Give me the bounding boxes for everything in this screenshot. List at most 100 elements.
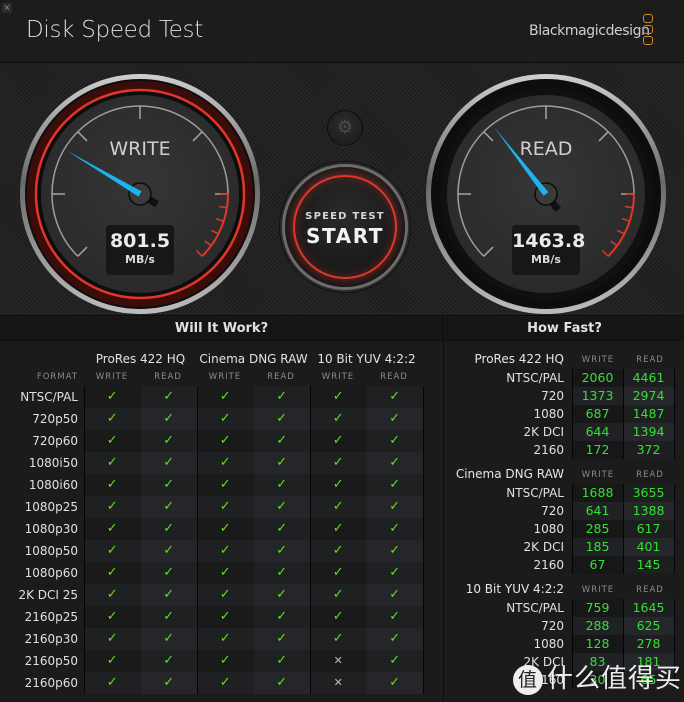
how-fast-read-value: 1388 (623, 502, 674, 520)
watermark-badge-icon: 值 (513, 664, 543, 695)
how-fast-write-value: 185 (572, 538, 623, 556)
how-fast-row: 2K DCI 644 1394 (445, 423, 684, 441)
check-icon: ✓ (253, 496, 310, 518)
format-label: 1080p50 (24, 544, 78, 558)
check-icon: ✓ (140, 430, 197, 452)
how-fast-codec-title: Cinema DNG RAW (455, 467, 564, 481)
format-row: 1080i60 ✓ ✓ ✓ ✓ ✓ ✓ (29, 474, 423, 496)
format-row: 1080p25 ✓ ✓ ✓ ✓ ✓ ✓ (25, 496, 423, 518)
gauge-area: WRITE 801.5 MB/s READ 1463.8 MB/s ⚙ SPEE… (0, 62, 684, 316)
check-icon: ✓ (253, 386, 310, 408)
check-icon: ✓ (310, 496, 367, 518)
check-icon: ✓ (366, 628, 423, 650)
how-fast-read-value: 278 (623, 635, 674, 653)
app-title: Disk Speed Test (26, 17, 203, 43)
how-fast-read-value: 145 (623, 556, 674, 574)
check-icon: ✓ (253, 474, 310, 496)
how-fast-write-value: 172 (572, 441, 623, 459)
check-icon: ✓ (253, 430, 310, 452)
cross-icon: ✕ (310, 672, 367, 694)
how-fast-row: 2160 172 372 (445, 441, 684, 459)
check-icon: ✓ (310, 430, 367, 452)
cross-icon: ✕ (310, 650, 367, 672)
how-fast-write-value: 644 (572, 423, 623, 441)
check-icon: ✓ (253, 540, 310, 562)
title-bar: × Disk Speed Test Blackmagicdesign (0, 0, 684, 62)
check-icon: ✓ (140, 518, 197, 540)
write-speed-value: 801.5 (109, 230, 171, 252)
check-icon: ✓ (197, 628, 254, 650)
how-fast-read-header: READ (636, 355, 664, 365)
how-fast-write-value: 687 (572, 405, 623, 423)
check-icon: ✓ (366, 584, 423, 606)
check-icon: ✓ (140, 474, 197, 496)
read-gauge (426, 74, 666, 314)
check-icon: ✓ (140, 540, 197, 562)
format-label: NTSC/PAL (20, 390, 78, 404)
how-fast-write-value: 285 (572, 520, 623, 538)
check-icon: ✓ (310, 452, 367, 474)
read-speed-value: 1463.8 (512, 230, 586, 252)
format-row: 2K DCI 25 ✓ ✓ ✓ ✓ ✓ ✓ (18, 584, 423, 606)
check-icon: ✓ (253, 518, 310, 540)
how-fast-read-value: 401 (623, 538, 674, 556)
sub-header-write: WRITE (321, 372, 355, 382)
close-icon[interactable]: × (2, 3, 12, 13)
how-fast-format-label: 1080 (533, 637, 564, 651)
check-icon: ✓ (253, 408, 310, 430)
how-fast-format-label: 1080 (533, 522, 564, 536)
how-fast-codec-title: 10 Bit YUV 4:2:2 (465, 582, 564, 596)
how-fast-format-label: 2K DCI (523, 425, 564, 439)
check-icon: ✓ (310, 408, 367, 430)
check-icon: ✓ (366, 518, 423, 540)
check-icon: ✓ (253, 672, 310, 694)
check-icon: ✓ (197, 496, 254, 518)
write-gauge-label: WRITE (109, 138, 171, 160)
sub-header-read: READ (380, 372, 408, 382)
start-button-caption: SPEED TEST (305, 211, 385, 222)
check-icon: ✓ (310, 518, 367, 540)
watermark: 值什么值得买 (513, 658, 682, 695)
check-icon: ✓ (84, 430, 141, 452)
check-icon: ✓ (84, 496, 141, 518)
column-divider (84, 386, 85, 694)
check-icon: ✓ (84, 474, 141, 496)
how-fast-read-value: 1394 (623, 423, 674, 441)
check-icon: ✓ (366, 474, 423, 496)
check-icon: ✓ (140, 606, 197, 628)
check-icon: ✓ (253, 562, 310, 584)
check-icon: ✓ (140, 452, 197, 474)
check-icon: ✓ (253, 606, 310, 628)
format-row: 1080p30 ✓ ✓ ✓ ✓ ✓ ✓ (25, 518, 423, 540)
settings-button[interactable]: ⚙ (328, 111, 362, 145)
check-icon: ✓ (84, 606, 141, 628)
codec-header-prores: ProRes 422 HQ (95, 352, 186, 366)
read-readout: 1463.8 MB/s (512, 225, 586, 275)
speed-test-start-button[interactable]: SPEED TEST START (285, 167, 405, 287)
center-controls: ⚙ SPEED TEST START (280, 63, 410, 317)
how-fast-format-label: 720 (541, 619, 564, 633)
check-icon: ✓ (253, 628, 310, 650)
how-fast-write-value: 641 (572, 502, 623, 520)
check-icon: ✓ (84, 672, 141, 694)
format-label: 2160p60 (24, 676, 78, 690)
how-fast-read-value: 3655 (623, 484, 674, 502)
format-label: 2160p30 (24, 632, 78, 646)
column-divider (572, 369, 573, 459)
how-fast-codec-title: ProRes 422 HQ (474, 352, 564, 366)
check-icon: ✓ (84, 386, 141, 408)
check-icon: ✓ (310, 628, 367, 650)
write-readout: 801.5 MB/s (106, 225, 174, 275)
how-fast-format-label: NTSC/PAL (506, 486, 564, 500)
check-icon: ✓ (366, 606, 423, 628)
check-icon: ✓ (310, 386, 367, 408)
how-fast-row: 1080 285 617 (445, 520, 684, 538)
check-icon: ✓ (84, 452, 141, 474)
start-button-label: START (305, 224, 385, 248)
check-icon: ✓ (140, 408, 197, 430)
format-row: 1080p60 ✓ ✓ ✓ ✓ ✓ ✓ (25, 562, 423, 584)
will-it-work-panel: Will It Work? ProRes 422 HQ Cinema DNG R… (0, 317, 444, 702)
sub-header-read: READ (267, 372, 295, 382)
format-row: 2160p60 ✓ ✓ ✓ ✓ ✕ ✓ (25, 672, 423, 694)
will-it-work-grid: NTSC/PAL ✓ ✓ ✓ ✓ ✓ ✓ 720p50 ✓ ✓ ✓ ✓ ✓ ✓ 720p60 ✓ ✓ ✓ ✓ ✓ ✓ 10… (18, 386, 423, 694)
